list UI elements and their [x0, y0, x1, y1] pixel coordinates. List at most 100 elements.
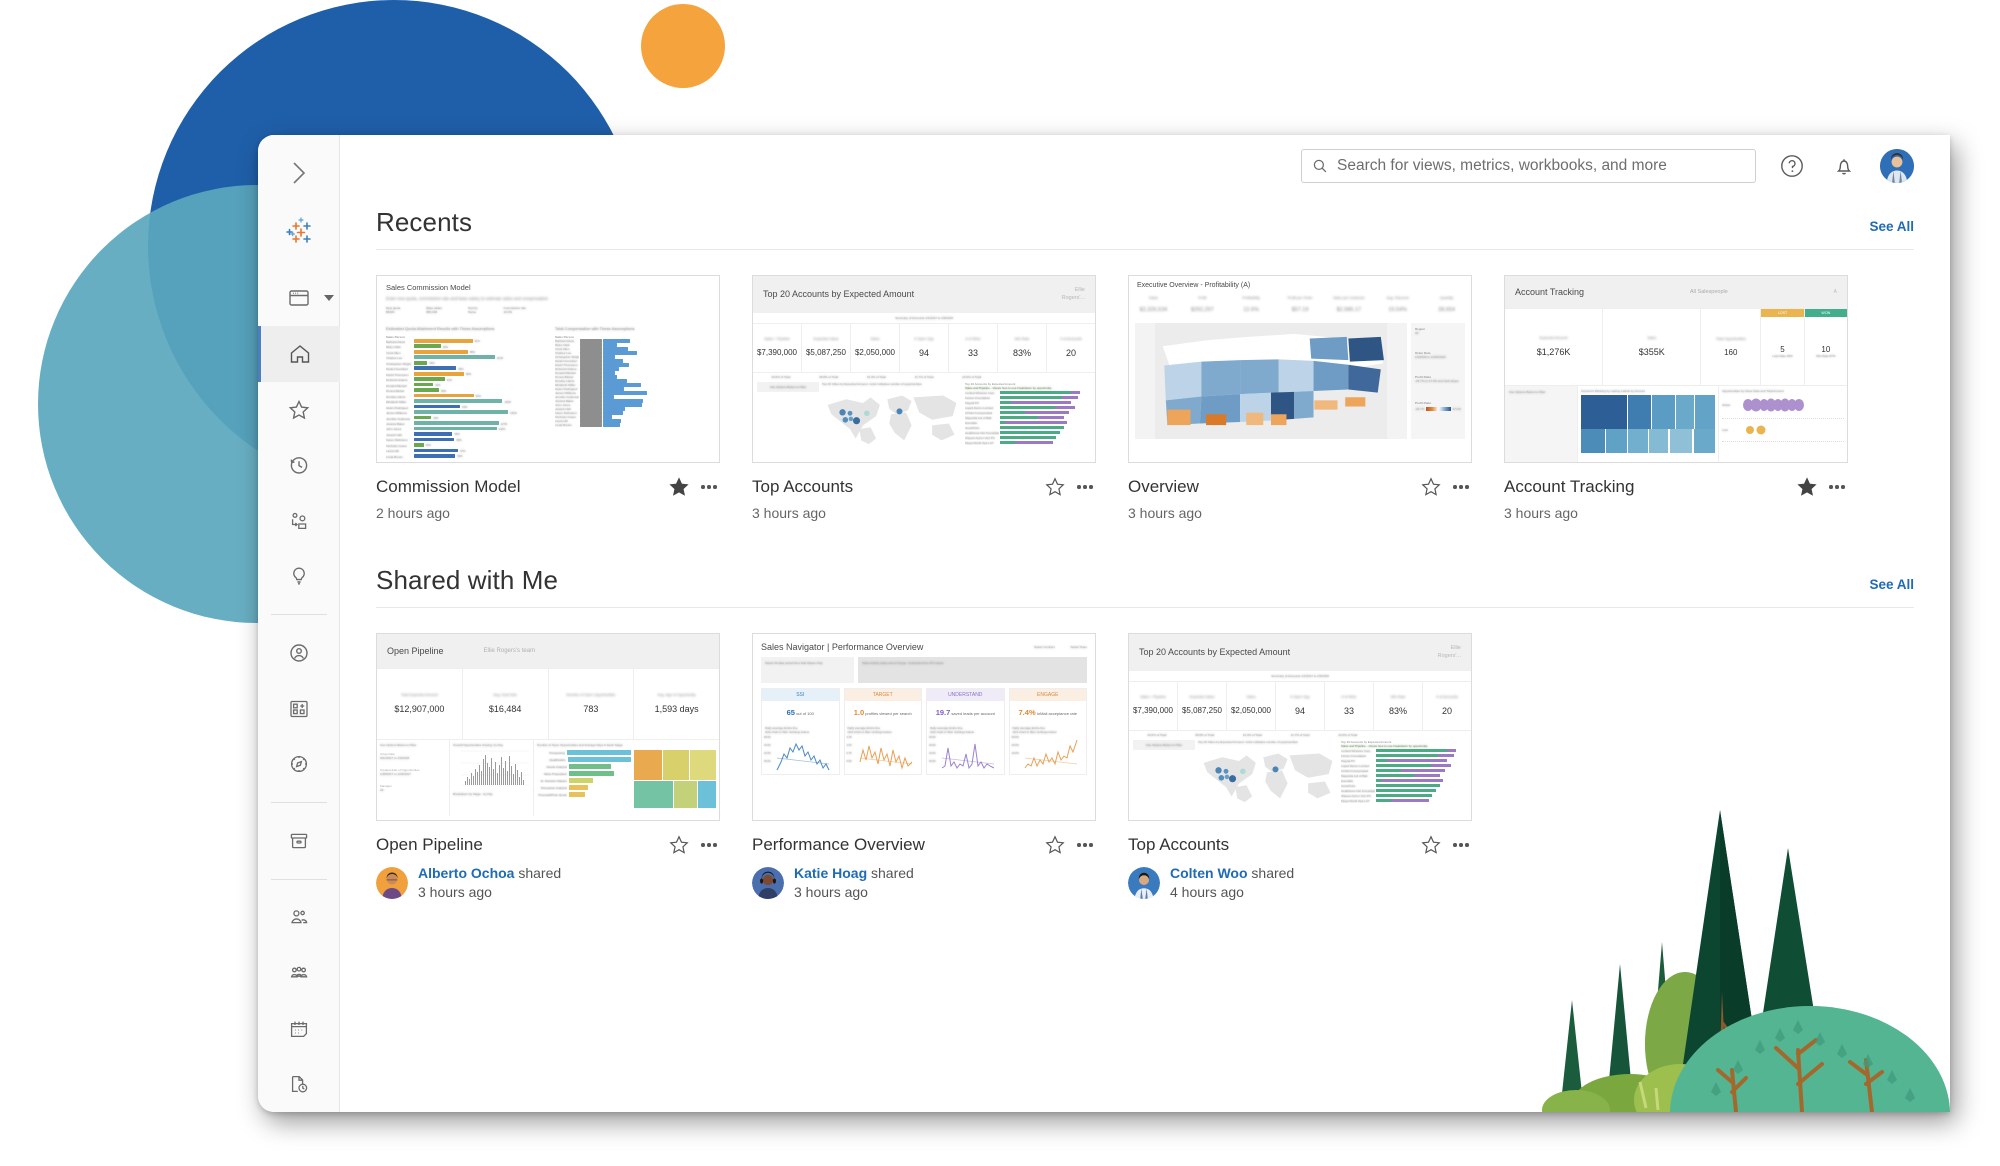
chip-label: LOST [1761, 309, 1804, 317]
card-title[interactable]: Account Tracking [1504, 477, 1788, 497]
thumb-owner: Ellie Rogers's team [483, 648, 536, 654]
sidebar-item-collections[interactable] [258, 681, 340, 737]
thumbnail-account-tracking[interactable]: Account Tracking All Salespeople A Expec… [1504, 275, 1848, 463]
search-input[interactable] [1301, 149, 1756, 183]
kpi-foot: 24.6% of Total [962, 374, 982, 379]
card-top-accounts-shared[interactable]: Top 20 Accounts by Expected Amount Ellie R… [1128, 633, 1472, 902]
card-title[interactable]: Overview [1128, 477, 1412, 497]
sidebar-item-archive[interactable] [258, 813, 340, 869]
sharer-name[interactable]: Colten Woo [1170, 865, 1248, 881]
sidebar-item-recommendations[interactable] [258, 549, 340, 605]
thumbnail-commission-model[interactable]: Sales Commission Model Enter new quota, … [376, 275, 720, 463]
sharer-avatar[interactable] [376, 866, 408, 899]
sidebar-item-external-assets[interactable] [258, 736, 340, 792]
card-performance-overview[interactable]: Sales Navigator | Performance Overview S… [752, 633, 1096, 902]
sidebar-item-groups[interactable] [258, 945, 340, 1001]
card-commission-model[interactable]: Sales Commission Model Enter new quota, … [376, 275, 720, 521]
kpi-value: 160 [1724, 347, 1738, 357]
sidebar-item-explore[interactable] [258, 271, 340, 327]
card-more-actions[interactable] [1074, 476, 1096, 498]
favorite-star-icon[interactable] [1420, 834, 1442, 856]
sidebar-item-schedules[interactable] [258, 1001, 340, 1057]
kpi-sparkline [776, 742, 830, 771]
thumbnail-overview[interactable]: Executive Overview - Profitability (A) S… [1128, 275, 1472, 463]
sidebar-item-users[interactable] [258, 890, 340, 946]
kpi-tag: TARGET [844, 689, 921, 701]
kpi-cell: Win Rate 83% [1374, 681, 1423, 730]
kpi-cell: Sales per Customer $2,986.17 [1332, 296, 1365, 313]
search-field[interactable] [1337, 157, 1745, 175]
kpi-cell: # of Wins 33 [949, 323, 998, 372]
card-open-pipeline[interactable]: Open Pipeline Ellie Rogers's team Total … [376, 633, 720, 902]
thumb-title: Top 20 Accounts by Expected Amount [1139, 647, 1291, 658]
thumbnail-open-pipeline[interactable]: Open Pipeline Ellie Rogers's team Total … [376, 633, 720, 821]
thumbnail-top-accounts-shared[interactable]: Top 20 Accounts by Expected Amount Ellie R… [1128, 633, 1472, 821]
thumb-subtitle: Enter new quota, commission rate and bas… [386, 296, 549, 301]
card-more-actions[interactable] [698, 476, 720, 498]
account-bar-row: Mega World Spa LLP [965, 441, 1091, 445]
sharer-avatar[interactable] [1128, 866, 1160, 899]
filter-value: 9/21/2017 to 1/9/2018 [380, 756, 410, 760]
chevron-down-icon[interactable] [323, 295, 334, 302]
legend-min: -26.7% [1415, 407, 1425, 411]
sidebar-item-shared-with-me[interactable] [258, 493, 340, 549]
kpi-foot: 35.8% of Total [819, 374, 839, 379]
performance-kpi-column: ENGAGE 7.4% InMail acceptance rate Daily a… [1008, 688, 1087, 775]
sidebar-item-recents[interactable] [258, 437, 340, 493]
notifications-button[interactable] [1828, 150, 1860, 182]
filter-panel-label: Use Options Below to Filter [1133, 739, 1195, 750]
kpi-label: Expected Amount [1539, 336, 1568, 340]
legend-label: Profit Ratio [1415, 401, 1432, 405]
card-title[interactable]: Open Pipeline [376, 835, 660, 855]
sidebar-item-personal-space[interactable] [258, 625, 340, 681]
sharer-name[interactable]: Alberto Ochoa [418, 865, 514, 881]
favorite-star-icon[interactable] [1044, 476, 1066, 498]
card-overview[interactable]: Executive Overview - Profitability (A) S… [1128, 275, 1472, 521]
chip-foot: Loss Rate 18% [1772, 353, 1793, 358]
card-account-tracking[interactable]: Account Tracking All Salespeople A Expec… [1504, 275, 1848, 521]
bars-sub: Sales and Pipeline - shows how to use br… [1341, 743, 1428, 748]
content-area: Recents See All Sales Commission Model E… [340, 197, 1950, 1112]
card-more-actions[interactable] [1826, 476, 1848, 498]
select-contract: Select Contract [1034, 645, 1055, 649]
world-map [1203, 753, 1333, 802]
sidebar-item-favorites[interactable] [258, 382, 340, 438]
kpi-tag: UNDERSTAND [927, 689, 1004, 701]
thumbnail-top-accounts[interactable]: Top 20 Accounts by Expected Amount Ellie R… [752, 275, 1096, 463]
shared-see-all-link[interactable]: See All [1869, 577, 1914, 592]
bubble-title: Opportunities by Close Date and Total Am… [1722, 389, 1784, 393]
favorite-star-icon[interactable] [1044, 834, 1066, 856]
treemap [1581, 395, 1716, 453]
sidebar-item-home[interactable] [258, 326, 340, 382]
card-title[interactable]: Top Accounts [1128, 835, 1412, 855]
user-avatar[interactable] [1880, 149, 1914, 183]
card-title[interactable]: Performance Overview [752, 835, 1036, 855]
main-region: Recents See All Sales Commission Model E… [340, 135, 1950, 1112]
pipeline-kpis: Total Expected Amount $12,907,000 Avg. Dea… [377, 668, 719, 740]
commission-right-bars: Barbara Davis Betty Clark Carol Allen Charl… [555, 339, 710, 427]
recents-see-all-link[interactable]: See All [1869, 219, 1914, 234]
help-button[interactable] [1776, 150, 1808, 182]
card-more-actions[interactable] [698, 834, 720, 856]
kpi-sparkline [941, 743, 995, 770]
favorite-star-icon[interactable] [1796, 476, 1818, 498]
favorite-star-icon[interactable] [668, 834, 690, 856]
kpi-cell: Sales $2,326,534 [1139, 296, 1168, 313]
thumbnail-performance-overview[interactable]: Sales Navigator | Performance Overview S… [752, 633, 1096, 821]
sharer-avatar[interactable] [752, 866, 784, 899]
kpi-cell: Profit per Order $57.19 [1287, 296, 1313, 313]
favorite-star-icon[interactable] [1420, 476, 1442, 498]
expand-nav-button[interactable] [258, 145, 340, 201]
card-footer: Account Tracking 3 hours ago [1504, 463, 1848, 521]
card-top-accounts[interactable]: Top 20 Accounts by Expected Amount Ellie R… [752, 275, 1096, 521]
card-title[interactable]: Commission Model [376, 477, 660, 497]
sharer-name[interactable]: Katie Hoag [794, 865, 867, 881]
favorite-star-icon[interactable] [668, 476, 690, 498]
card-more-actions[interactable] [1450, 476, 1472, 498]
card-more-actions[interactable] [1074, 834, 1096, 856]
card-more-actions[interactable] [1450, 834, 1472, 856]
sidebar-item-tasks[interactable] [258, 1056, 340, 1112]
card-title[interactable]: Top Accounts [752, 477, 1036, 497]
account-bar-row: Healthcare Net Foundation [1341, 789, 1467, 793]
decor-circle-orange [641, 4, 725, 88]
